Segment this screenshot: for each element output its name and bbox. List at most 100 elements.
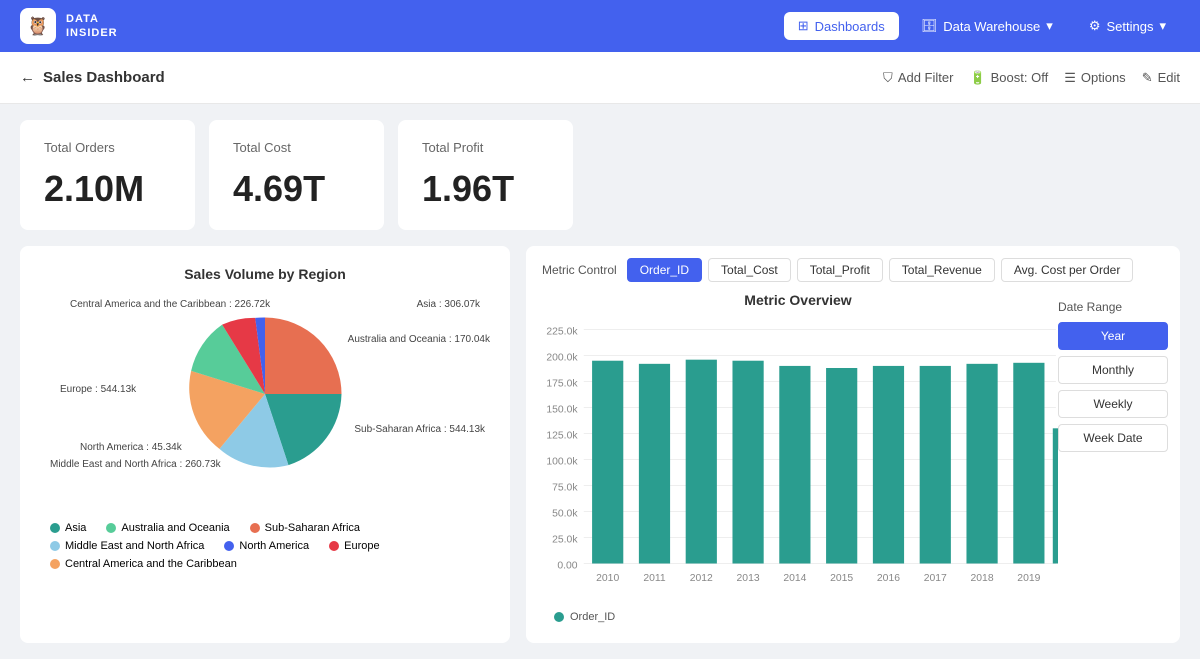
warehouse-chevron-icon: ▾ bbox=[1046, 18, 1053, 34]
settings-nav-btn[interactable]: ⚙ Settings ▾ bbox=[1075, 12, 1180, 40]
legend-label-europe: Europe bbox=[344, 540, 379, 552]
svg-text:200.0k: 200.0k bbox=[546, 353, 578, 364]
svg-text:50.0k: 50.0k bbox=[552, 509, 578, 520]
options-label: Options bbox=[1081, 70, 1126, 85]
annotation-europe: Europe : 544.13k bbox=[60, 384, 136, 395]
legend-dot-subsaharan bbox=[250, 523, 260, 533]
legend-dot-europe bbox=[329, 541, 339, 551]
stat-label-orders: Total Orders bbox=[44, 140, 171, 155]
filter-icon: ⛉ bbox=[883, 70, 893, 86]
legend-dot-australia bbox=[106, 523, 116, 533]
date-range-year-btn[interactable]: Year bbox=[1058, 322, 1168, 350]
metric-tabs: Metric Control Order_ID Total_Cost Total… bbox=[526, 246, 1180, 282]
bar-2014 bbox=[779, 366, 810, 564]
stat-label-profit: Total Profit bbox=[422, 140, 549, 155]
pie-chart-container: Central America and the Caribbean : 226.… bbox=[40, 294, 490, 514]
logo-text: DATA INSIDER bbox=[66, 12, 118, 41]
legend-label-middleeast: Middle East and North Africa bbox=[65, 540, 204, 552]
bar-chart-title: Metric Overview bbox=[538, 292, 1058, 308]
bar-2018 bbox=[966, 364, 997, 564]
svg-text:175.0k: 175.0k bbox=[546, 379, 578, 390]
chart-and-range: Metric Overview 225.0k 200.0k 175.0k 150… bbox=[526, 282, 1180, 643]
settings-chevron-icon: ▾ bbox=[1159, 18, 1166, 34]
filter-label: Add Filter bbox=[898, 70, 954, 85]
svg-text:2013: 2013 bbox=[737, 573, 760, 584]
legend-dot-asia bbox=[50, 523, 60, 533]
svg-text:2011: 2011 bbox=[643, 573, 666, 584]
legend-item-northamerica: North America bbox=[224, 540, 309, 552]
tab-order-id[interactable]: Order_ID bbox=[627, 258, 702, 282]
svg-text:75.0k: 75.0k bbox=[552, 483, 578, 494]
bar-2016 bbox=[873, 366, 904, 564]
svg-text:2015: 2015 bbox=[830, 573, 853, 584]
bar-2011 bbox=[639, 364, 670, 564]
back-button[interactable]: ← Sales Dashboard bbox=[20, 69, 165, 86]
boost-button[interactable]: 🔋 Boost: Off bbox=[969, 70, 1048, 86]
stat-card-orders: Total Orders 2.10M bbox=[20, 120, 195, 230]
svg-text:225.0k: 225.0k bbox=[546, 327, 578, 338]
annotation-asia: Asia : 306.07k bbox=[417, 299, 480, 310]
bar-legend: Order_ID bbox=[538, 607, 1058, 633]
edit-label: Edit bbox=[1158, 70, 1180, 85]
legend-dot-northamerica bbox=[224, 541, 234, 551]
options-icon: ☰ bbox=[1064, 70, 1076, 86]
stat-value-profit: 1.96T bbox=[422, 168, 549, 210]
back-arrow-icon: ← bbox=[20, 69, 35, 86]
warehouse-label: Data Warehouse bbox=[943, 19, 1040, 34]
date-range-monthly-btn[interactable]: Monthly bbox=[1058, 356, 1168, 384]
bar-2015 bbox=[826, 368, 857, 564]
pie-chart-title: Sales Volume by Region bbox=[40, 266, 490, 282]
svg-text:2017: 2017 bbox=[924, 573, 947, 584]
warehouse-nav-btn[interactable]: 🗄 Data Warehouse ▾ bbox=[907, 12, 1067, 40]
svg-text:2016: 2016 bbox=[877, 573, 900, 584]
svg-text:100.0k: 100.0k bbox=[546, 457, 578, 468]
svg-text:0.00: 0.00 bbox=[557, 561, 577, 572]
stat-cards-row: Total Orders 2.10M Total Cost 4.69T Tota… bbox=[20, 120, 1180, 230]
svg-text:150.0k: 150.0k bbox=[546, 405, 578, 416]
edit-icon: ✎ bbox=[1142, 70, 1153, 86]
legend-item-middleeast: Middle East and North Africa bbox=[50, 540, 204, 552]
svg-text:2018: 2018 bbox=[971, 573, 994, 584]
stat-label-cost: Total Cost bbox=[233, 140, 360, 155]
bar-2019 bbox=[1013, 363, 1044, 564]
legend-label-asia: Asia bbox=[65, 522, 86, 534]
app-header: 🦉 DATA INSIDER ⊞ Dashboards 🗄 Data Wareh… bbox=[0, 0, 1200, 52]
stat-card-cost: Total Cost 4.69T bbox=[209, 120, 384, 230]
stat-value-orders: 2.10M bbox=[44, 168, 171, 210]
page-title: Sales Dashboard bbox=[43, 69, 165, 86]
bar-2013 bbox=[732, 361, 763, 564]
dashboards-nav-btn[interactable]: ⊞ Dashboards bbox=[784, 12, 899, 40]
svg-text:25.0k: 25.0k bbox=[552, 535, 578, 546]
svg-text:2014: 2014 bbox=[783, 573, 806, 584]
svg-text:2012: 2012 bbox=[690, 573, 713, 584]
sub-header-actions: ⛉ Add Filter 🔋 Boost: Off ☰ Options ✎ Ed… bbox=[883, 70, 1180, 86]
tab-total-cost[interactable]: Total_Cost bbox=[708, 258, 791, 282]
legend-label-northamerica: North America bbox=[239, 540, 309, 552]
bar-chart-svg: 225.0k 200.0k 175.0k 150.0k 125.0k 100.0… bbox=[538, 316, 1058, 607]
dashboard-icon: ⊞ bbox=[798, 18, 809, 34]
options-button[interactable]: ☰ Options bbox=[1064, 70, 1125, 86]
logo-icon: 🦉 bbox=[20, 8, 56, 44]
logo-area: 🦉 DATA INSIDER bbox=[20, 8, 118, 44]
date-range-weekdate-btn[interactable]: Week Date bbox=[1058, 424, 1168, 452]
annotation-subsaharan: Sub-Saharan Africa : 544.13k bbox=[354, 424, 485, 435]
annotation-northamerica: North America : 45.34k bbox=[80, 442, 182, 453]
tab-total-profit[interactable]: Total_Profit bbox=[797, 258, 883, 282]
tab-total-revenue[interactable]: Total_Revenue bbox=[889, 258, 995, 282]
legend-dot-central bbox=[50, 559, 60, 569]
bar-legend-label: Order_ID bbox=[570, 611, 615, 623]
edit-button[interactable]: ✎ Edit bbox=[1142, 70, 1180, 86]
legend-item-subsaharan: Sub-Saharan Africa bbox=[250, 522, 360, 534]
date-range-weekly-btn[interactable]: Weekly bbox=[1058, 390, 1168, 418]
header-nav: ⊞ Dashboards 🗄 Data Warehouse ▾ ⚙ Settin… bbox=[784, 12, 1180, 40]
tab-avg-cost[interactable]: Avg. Cost per Order bbox=[1001, 258, 1134, 282]
legend-label-central: Central America and the Caribbean bbox=[65, 558, 237, 570]
bar-chart-wrapper: Metric Overview 225.0k 200.0k 175.0k 150… bbox=[538, 292, 1058, 633]
legend-item-asia: Asia bbox=[50, 522, 86, 534]
main-content: Total Orders 2.10M Total Cost 4.69T Tota… bbox=[0, 104, 1200, 659]
bar-2012 bbox=[686, 360, 717, 564]
date-range-title: Date Range bbox=[1058, 300, 1168, 314]
add-filter-button[interactable]: ⛉ Add Filter bbox=[883, 70, 953, 86]
boost-label: Boost: Off bbox=[991, 70, 1049, 85]
dashboards-label: Dashboards bbox=[815, 19, 885, 34]
